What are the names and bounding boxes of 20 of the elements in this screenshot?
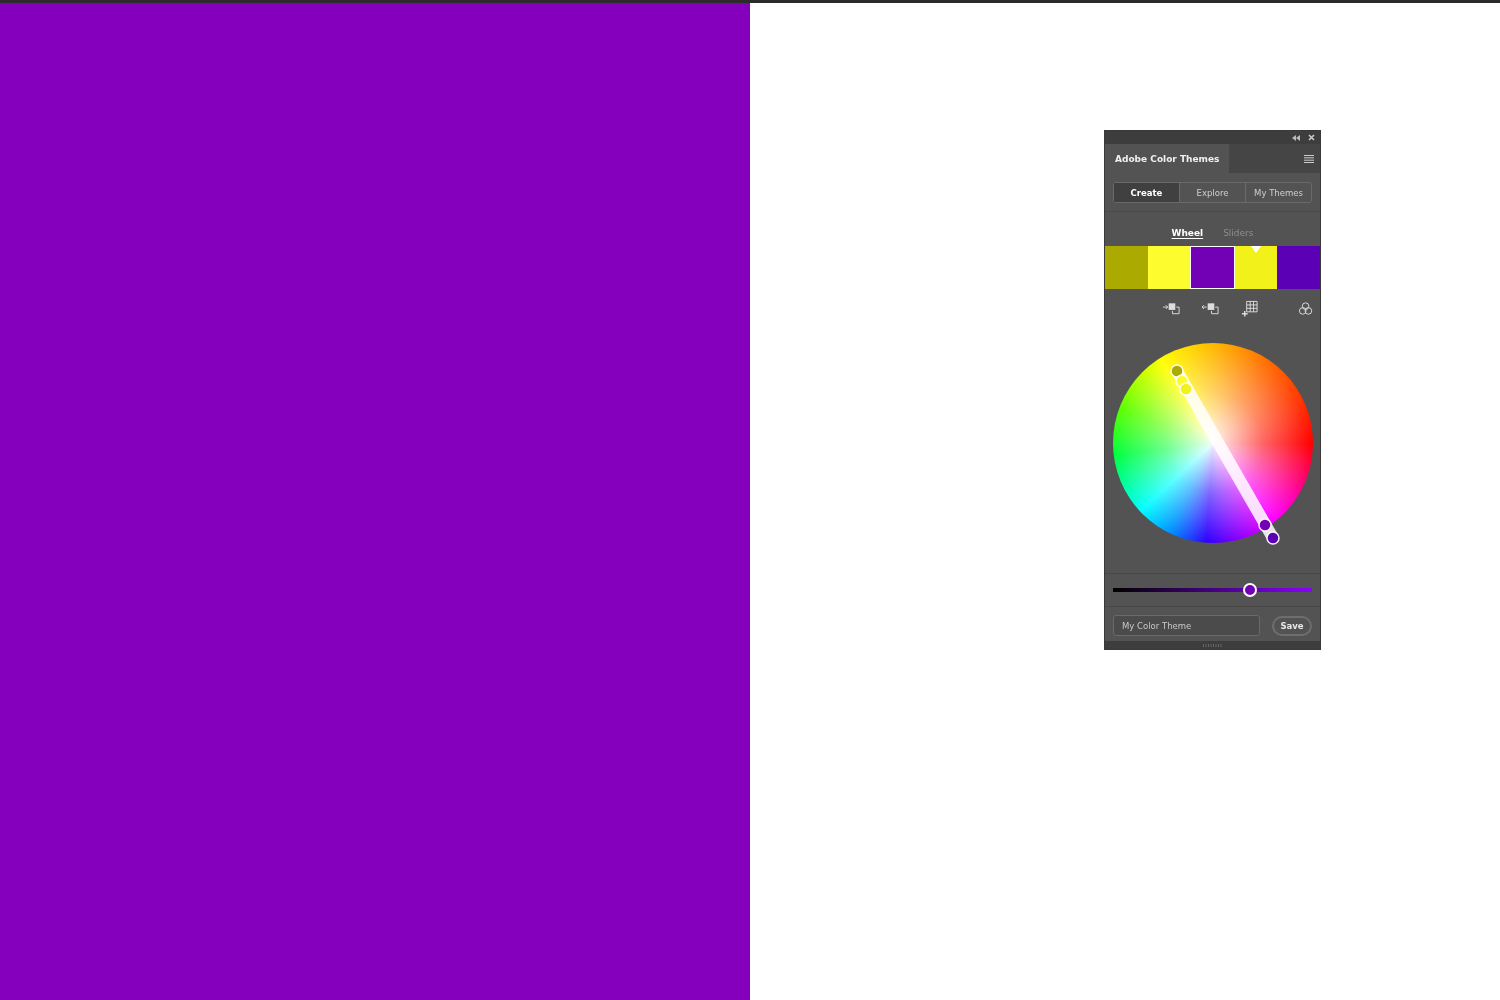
close-icon[interactable] <box>1308 134 1315 141</box>
color-swatch[interactable] <box>1105 246 1148 289</box>
view-tab[interactable]: Wheel <box>1171 226 1204 240</box>
add-to-swatches-icon[interactable] <box>1163 302 1182 316</box>
menu-icon[interactable] <box>1304 154 1314 163</box>
slider-thumb[interactable] <box>1243 583 1258 597</box>
mode-tab[interactable]: Explore <box>1179 183 1245 202</box>
import-swatches-icon[interactable] <box>1201 302 1221 316</box>
color-swatch[interactable] <box>1190 246 1235 289</box>
mode-tab[interactable]: My Themes <box>1245 183 1311 202</box>
color-swatch[interactable] <box>1147 246 1191 289</box>
mode-tab[interactable]: Create <box>1114 183 1179 202</box>
color-swatch[interactable] <box>1234 246 1278 289</box>
collapse-icon[interactable] <box>1292 134 1300 141</box>
color-rule-icon[interactable] <box>1297 301 1313 317</box>
save-button[interactable]: Save <box>1272 615 1312 636</box>
theme-name-field[interactable]: My Color Theme <box>1113 615 1260 636</box>
grid-plus-icon[interactable] <box>1240 300 1258 318</box>
panel-tab[interactable]: Adobe Color Themes <box>1105 144 1230 173</box>
color-swatch[interactable] <box>1277 246 1320 289</box>
